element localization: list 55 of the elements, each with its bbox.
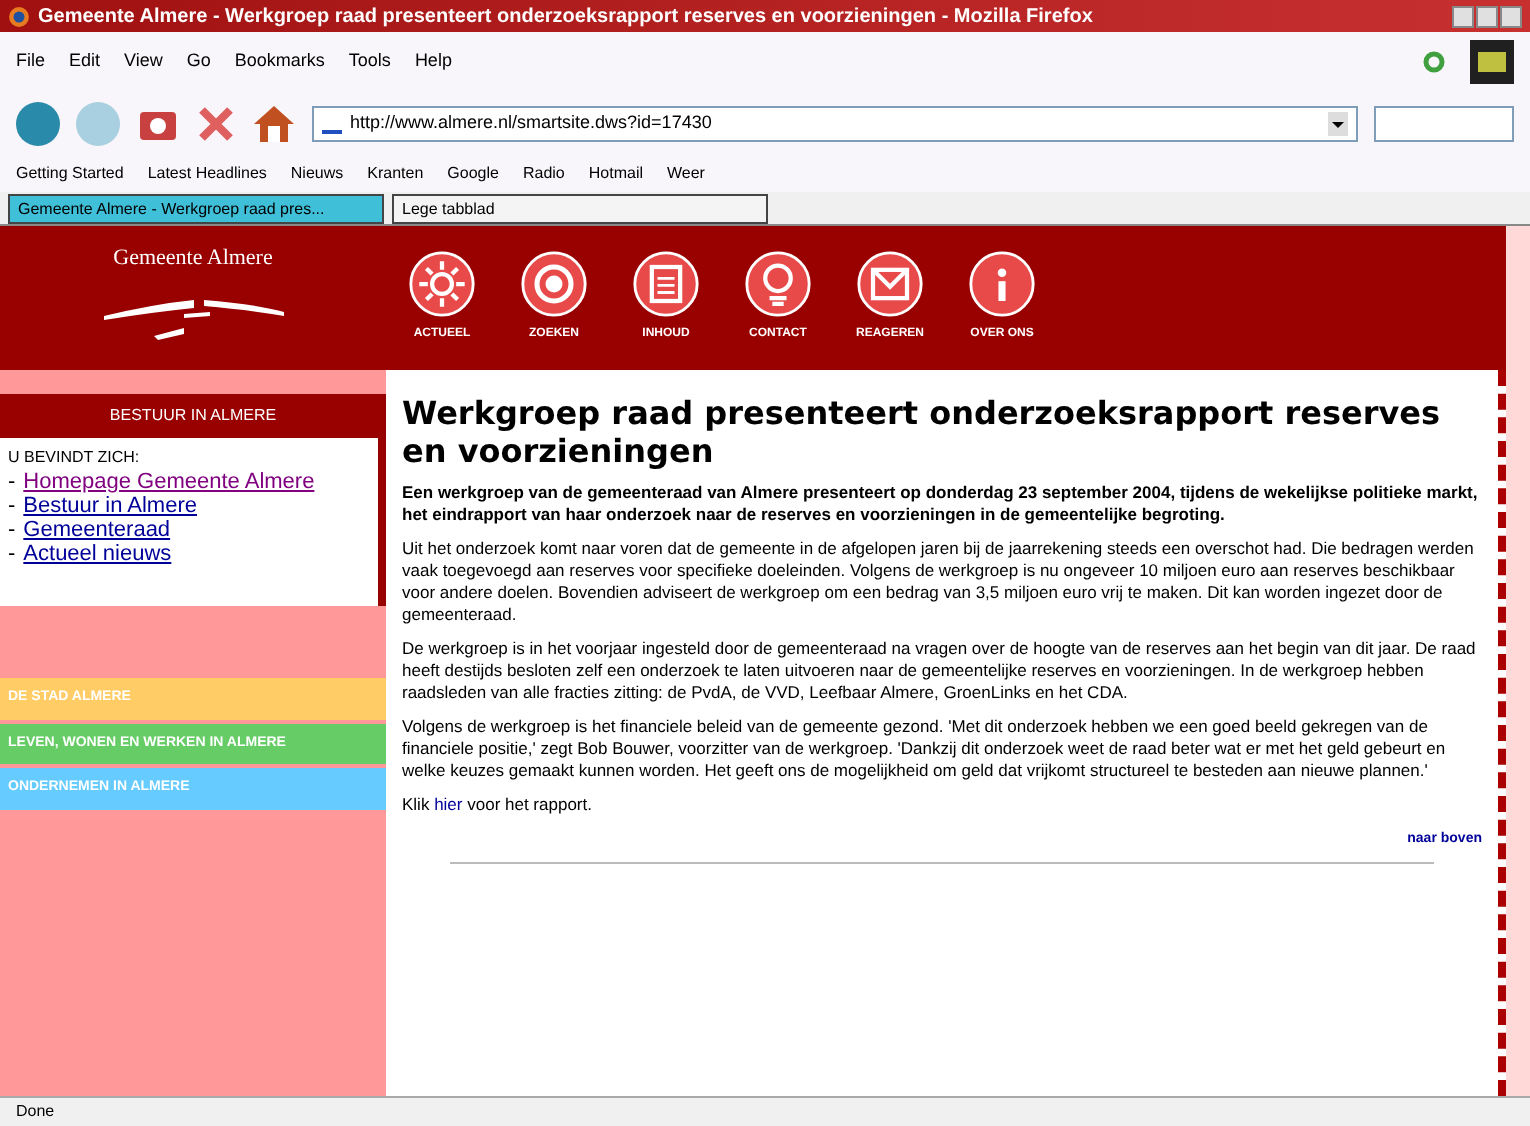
search-field[interactable] [1374,106,1514,142]
close-button[interactable] [1500,5,1522,27]
sidebar-heading: BESTUUR IN ALMERE [0,394,386,438]
bullet: - [8,470,16,494]
breadcrumb-link[interactable]: Homepage Gemeente Almere [23,470,315,494]
menu-item[interactable]: Go [186,48,211,76]
status-text: Done [16,1100,57,1124]
article-paragraph: Uit het onderzoek komt naar voren dat de gemeente in de afgelopen jaren bij de jaarrekening steeds een overschot had. Die bedragen werden vaak toegevoegd aan reserves voor specifieke doeleinden. Volgens de werkgroep is nu ongeveer 10 miljoen euro aan reserves beschikbaar voor andere doelen. Bovendien adviseert de werkgroep om een bedrag van 3,5 miljoen euro vrij te maken. Dit kan worden ingezet door de gemeenteraad. [402,538,1476,626]
bullet: - [8,494,16,518]
menu-item[interactable]: Help [414,48,452,76]
bookmark-item[interactable]: Hotmail [588,162,643,186]
dropdown-icon[interactable] [1328,112,1348,136]
menu-item[interactable]: Edit [69,48,101,76]
scrollbar[interactable] [1506,226,1530,1096]
bookmark-item[interactable]: Nieuws [290,162,344,186]
nav-icon [856,250,924,318]
menu-item[interactable]: Tools [348,48,391,76]
browser-tab[interactable]: Lege tabblad [392,194,768,224]
menu-item[interactable]: View [124,48,163,76]
breadcrumb-link[interactable]: Actueel nieuws [23,542,172,566]
site-logo-text: Gemeente Almere [113,244,273,274]
bullet: - [8,542,16,566]
article-paragraph: Volgens de werkgroep is het financiele beleid van de gemeente gezond. 'Met dit onderzoek hebben we een goed beeld gekregen van de financiele positie,' zegt Bob Bouwer, voorzitter van de werkgroep. 'Dankzij dit onderzoek weet de raad beter wat er met het geld gebeurt en welke keuzes gemaakt kunnen worden. Het geeft ons de mogelijkheid om geld dat vrijkomt structureel te besteden aan nieuwe plannen.' [402,716,1448,782]
window-title: Gemeente Almere - Werkgroep raad presenteert onderzoeksrapport reserves en voorzieningen - Mozilla Firefox [38,3,1095,31]
nav-icon [520,250,588,318]
home-icon[interactable] [252,102,296,146]
bullet: - [8,518,16,542]
bookmark-item[interactable]: Google [447,162,499,186]
nav-icon [408,250,476,318]
address-field[interactable]: http://www.almere.nl/smartsite.dws?id=17430 [312,106,1358,142]
minimize-button[interactable] [1452,5,1474,27]
back-button[interactable] [16,102,60,146]
maximize-button[interactable] [1476,5,1498,27]
article-paragraph: De werkgroep is in het voorjaar ingesteld door de gemeenteraad na vragen over de hoogte van de reserves aan het begin van dit jaar. De raad heeft destijds besloten zelf een onderzoek te laten uitvoeren naar de gemeentelijke reserves en voorzieningen. In de werkgroep hebben raadsleden van alle fracties zitting: de PvdA, de VVD, Leefbaar Almere, GroenLinks en het CDA. [402,638,1478,704]
browser-icon [8,5,30,27]
bookmark-item[interactable]: Radio [522,162,565,186]
stop-icon[interactable] [196,104,236,144]
article-title: Werkgroep raad presenteert onderzoeksrapport reserves en voorzieningen [402,394,1443,470]
article-lead: Een werkgroep van de gemeenteraad van Almere presenteert op donderdag 23 september 2004, tijdens de wekelijkse politieke markt, het eindrapport van haar onderzoek naar de reserves en voorzieningen in de gemeentelijke begroting. [402,482,1480,526]
nav-icon [744,250,812,318]
bookmark-item[interactable]: Getting Started [16,162,124,186]
bookmark-item[interactable]: Latest Headlines [147,162,267,186]
breadcrumb-link[interactable]: Gemeenteraad [23,518,171,542]
bookmark-item[interactable]: Kranten [367,162,424,186]
bookmark-item[interactable]: Weer [667,162,705,186]
breadcrumb-label: U BEVINDT ZICH: [8,446,142,470]
throbber-icon [1470,40,1514,84]
report-link[interactable]: hier [434,794,463,814]
breadcrumb-link[interactable]: Bestuur in Almere [23,494,197,518]
menu-item[interactable]: File [16,48,46,76]
menu-item[interactable]: Bookmarks [234,48,325,76]
nav-icon [632,250,700,318]
report-link-text: Klik hier voor het rapport. [402,794,594,816]
nav-icon [968,250,1036,318]
browser-tab[interactable]: Gemeente Almere - Werkgroep raad pres... [8,194,384,224]
